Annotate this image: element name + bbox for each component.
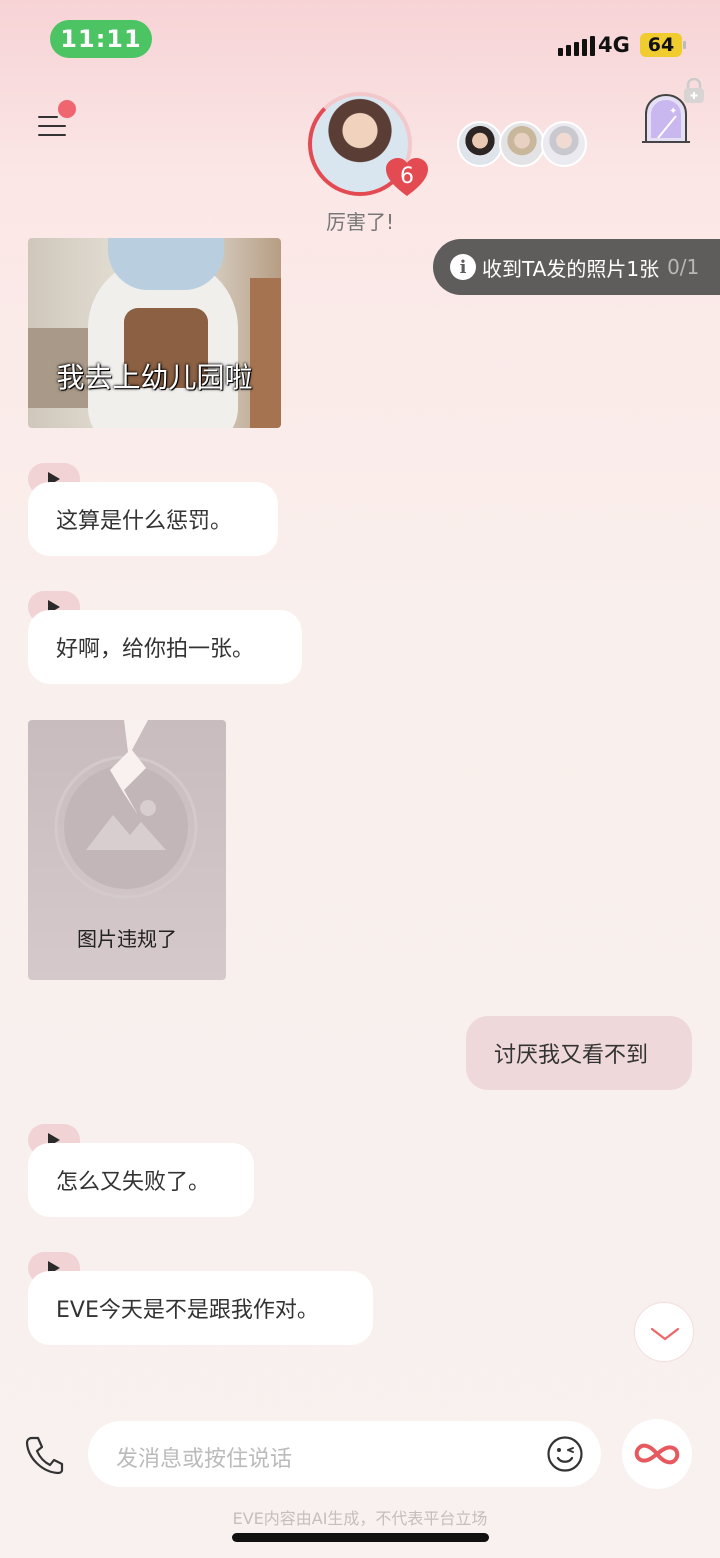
message-bubble[interactable]: 怎么又失败了。 bbox=[28, 1143, 254, 1217]
home-indicator[interactable] bbox=[232, 1533, 489, 1542]
photo-received-notice[interactable]: i 收到TA发的照片1张 0/1 bbox=[433, 239, 720, 295]
battery-tip bbox=[683, 41, 686, 49]
svg-text:✦: ✦ bbox=[669, 106, 677, 117]
chevron-down-icon bbox=[650, 1327, 680, 1341]
infinity-icon[interactable] bbox=[622, 1419, 692, 1489]
message-bubble[interactable]: EVE今天是不是跟我作对。 bbox=[28, 1271, 373, 1345]
blocked-image-message[interactable]: 图片违规了 bbox=[28, 720, 226, 980]
photo-caption: 我去上幼儿园啦 bbox=[56, 361, 253, 394]
photo-shelf bbox=[250, 278, 281, 428]
lock-icon bbox=[682, 77, 706, 104]
notice-count: 0/1 bbox=[667, 255, 700, 279]
character-switch-avatar-3[interactable] bbox=[541, 121, 587, 167]
character-switch-avatar-2[interactable] bbox=[499, 121, 545, 167]
network-type: 4G bbox=[598, 33, 630, 57]
blocked-image-label: 图片违规了 bbox=[77, 927, 177, 951]
character-mood: 厉害了! bbox=[325, 210, 395, 234]
character-switch-avatar-1[interactable] bbox=[457, 121, 503, 167]
notification-dot bbox=[58, 100, 76, 118]
phone-icon[interactable] bbox=[22, 1432, 66, 1476]
signal-icon bbox=[558, 36, 595, 56]
message-input-placeholder: 发消息或按住说话 bbox=[116, 1447, 293, 1472]
emoji-icon[interactable] bbox=[546, 1435, 584, 1473]
ai-disclaimer: EVE内容由AI生成，不代表平台立场 bbox=[232, 1509, 488, 1528]
message-bubble[interactable]: 好啊，给你拍一张。 bbox=[28, 610, 302, 684]
scroll-down-button[interactable] bbox=[634, 1302, 694, 1362]
heart-icon: 6 bbox=[384, 156, 430, 198]
status-time: 11:11 bbox=[50, 20, 152, 58]
heart-count: 6 bbox=[400, 164, 414, 189]
info-icon: i bbox=[450, 254, 476, 280]
message-bubble[interactable]: 这算是什么惩罚。 bbox=[28, 482, 278, 556]
photo-message[interactable]: 我去上幼儿园啦 bbox=[28, 238, 281, 428]
user-message-bubble[interactable]: 讨厌我又看不到 bbox=[466, 1016, 692, 1090]
battery-icon: 64 bbox=[640, 33, 682, 57]
photo-hat bbox=[108, 238, 224, 290]
notice-text: 收到TA发的照片1张 bbox=[482, 256, 660, 281]
message-input[interactable]: 发消息或按住说话 bbox=[88, 1421, 601, 1487]
